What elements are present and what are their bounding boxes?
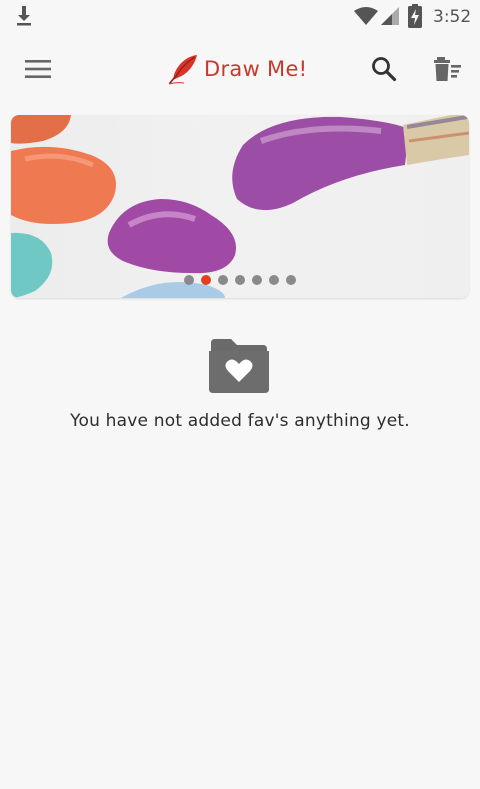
carousel-dot[interactable] bbox=[286, 275, 296, 285]
search-button[interactable] bbox=[364, 49, 404, 89]
download-icon bbox=[17, 6, 31, 26]
signal-icon bbox=[381, 7, 399, 25]
menu-button[interactable] bbox=[18, 49, 58, 89]
app-title: Draw Me! bbox=[204, 57, 308, 81]
wifi-icon bbox=[354, 7, 378, 25]
carousel-dot[interactable] bbox=[269, 275, 279, 285]
carousel-dot[interactable] bbox=[235, 275, 245, 285]
clear-list-button[interactable] bbox=[428, 49, 468, 89]
app-bar: Draw Me! bbox=[0, 33, 480, 105]
status-clock: 3:52 bbox=[433, 7, 472, 27]
app-brand: Draw Me! bbox=[168, 51, 307, 87]
status-bar: 3:52 bbox=[0, 0, 480, 33]
battery-charging-icon bbox=[408, 4, 422, 28]
carousel-indicators bbox=[11, 275, 469, 285]
feather-icon bbox=[168, 55, 197, 85]
banner-image bbox=[11, 115, 469, 298]
carousel-dot[interactable] bbox=[252, 275, 262, 285]
empty-message: You have not added fav's anything yet. bbox=[70, 411, 410, 431]
banner-carousel[interactable] bbox=[11, 115, 469, 298]
folder-heart-icon bbox=[209, 339, 269, 393]
carousel-dot[interactable] bbox=[218, 275, 228, 285]
clear-list-icon bbox=[434, 57, 461, 81]
search-icon bbox=[372, 57, 397, 82]
menu-icon bbox=[25, 60, 51, 78]
carousel-dot[interactable] bbox=[201, 275, 211, 285]
carousel-dot[interactable] bbox=[184, 275, 194, 285]
